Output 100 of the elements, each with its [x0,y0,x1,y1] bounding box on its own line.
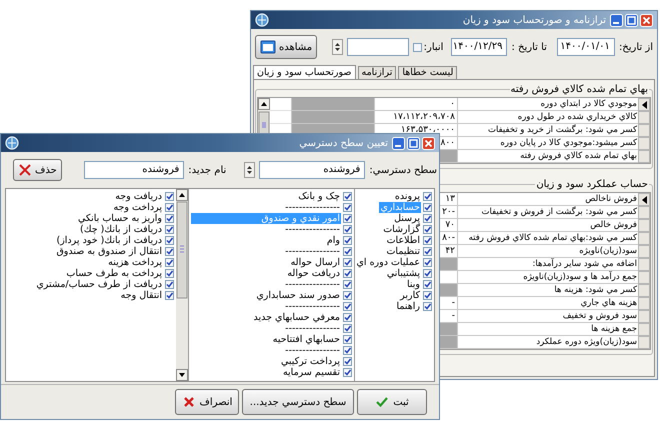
warehouse-field[interactable] [346,38,409,56]
checkbox[interactable] [423,258,432,267]
checkbox[interactable] [423,247,432,256]
list-item[interactable]: پرداخت وجه [112,202,163,213]
list-item[interactable]: معرفي حسابهاي جديد [191,312,341,323]
list-item[interactable]: ---------------- [191,301,341,312]
checkbox[interactable] [343,302,352,311]
tab[interactable]: ترازنامه [358,66,396,79]
checkbox[interactable] [423,203,432,212]
checkbox[interactable] [165,291,174,300]
checkmark-icon [375,395,390,409]
list-item[interactable]: ---------------- [191,202,341,213]
list-item[interactable]: پشتيباني [386,268,421,279]
list-item[interactable]: واريز به حساب بانكي [76,213,163,224]
list-item[interactable]: ---------------- [191,345,341,356]
checkbox[interactable] [423,302,432,311]
checkbox[interactable] [343,335,352,344]
checkbox[interactable] [343,203,352,212]
checkbox[interactable] [343,357,352,366]
checkbox[interactable] [423,214,432,223]
list-item[interactable]: عمليات دوره اي [355,257,421,268]
list-item[interactable]: ارسال حواله [191,257,341,268]
checkbox[interactable] [165,269,174,278]
dialog-button[interactable]: انصراف [175,389,239,415]
list-item[interactable]: دريافت از بانك( خود پرداز) [56,235,163,246]
list-item[interactable]: تقسيم سرمايه [191,367,341,378]
checkbox[interactable] [343,247,352,256]
checkbox[interactable] [423,236,432,245]
list-item[interactable]: تنظيمات [385,246,421,257]
list-item[interactable]: گزارشات [382,224,421,235]
checkbox[interactable] [165,192,174,201]
checkbox[interactable] [423,280,432,289]
dialog-button[interactable]: ثبت [357,389,427,415]
checkbox[interactable] [343,313,352,322]
row-selector[interactable] [638,98,650,111]
list-item[interactable]: دريافت حواله [191,268,341,279]
dialog-button[interactable]: سطح دسترسي جديد... [242,389,354,415]
list-item[interactable]: راهنما [396,301,421,312]
minimize-button[interactable] [610,14,623,26]
list-item[interactable]: ---------------- [191,323,341,334]
checkbox[interactable] [423,225,432,234]
list-item[interactable]: وبنا [406,279,421,290]
date-field[interactable]: ۱۴۰۰/۱۲/۲۹ [451,38,508,56]
tab[interactable]: صورتحساب سود و زيان [253,65,356,79]
tab[interactable]: ليست خطاها [398,66,458,79]
checkbox[interactable] [343,192,352,201]
spin-button[interactable] [332,39,343,55]
list-item[interactable]: حسابهاي افتتاحيه [191,334,341,345]
maximize-button[interactable] [625,14,638,26]
scrollbar[interactable] [176,189,188,381]
list-item[interactable]: صدور سند حسابداري [191,290,341,301]
maximize-button[interactable] [407,136,420,150]
list-item[interactable]: چک و بانک [191,191,341,202]
checkbox[interactable] [343,280,352,289]
close-button[interactable] [422,136,435,150]
list-item[interactable]: پرداخت تركيبي [191,356,341,367]
list-item[interactable]: دريافت از طرف حساب/مشتري [35,279,163,290]
checkbox[interactable] [343,324,352,333]
close-button[interactable] [640,14,653,26]
checkbox[interactable] [343,236,352,245]
checkbox[interactable] [343,368,352,377]
table-cell: سود(زيان)ناويژه [457,245,638,258]
checkbox[interactable] [343,269,352,278]
date-field[interactable]: ۱۴۰۰/۰۱/۰۱ [556,38,615,56]
checkbox[interactable] [343,258,352,267]
list-item[interactable]: پرونده [394,191,421,202]
checkbox[interactable] [343,214,352,223]
minimize-button[interactable] [392,136,405,150]
list-item[interactable]: ---------------- [191,246,341,257]
checkbox[interactable] [165,203,174,212]
checkbox[interactable] [423,192,432,201]
row-selector[interactable] [638,193,650,206]
list-item[interactable]: اطلاعات [386,235,421,246]
list-item[interactable]: پرداخت هزينه [107,257,163,268]
list-item[interactable]: وام [191,235,341,246]
view-button[interactable]: مشاهده [255,35,318,59]
delete-button[interactable]: حذف [13,159,62,181]
list-item[interactable]: انتقال وجه [120,290,163,301]
checkbox[interactable] [343,225,352,234]
list-item[interactable]: ---------------- [191,279,341,290]
checkbox[interactable] [412,42,422,52]
checkbox[interactable] [343,291,352,300]
checkbox[interactable] [165,225,174,234]
list-item[interactable]: ---------------- [191,224,341,235]
list-item[interactable]: دريافت وجه [114,191,163,202]
name-field[interactable]: فروشنده [84,161,184,179]
list-item[interactable]: دريافت از بانك( چك) [79,224,163,235]
checkbox[interactable] [343,346,352,355]
list-item[interactable]: پرداخت به طرف حساب [65,268,163,279]
checkbox[interactable] [423,291,432,300]
checkbox[interactable] [165,258,174,267]
checkbox[interactable] [423,269,432,278]
checkbox[interactable] [165,280,174,289]
table-cell: كسر مي شود: برگشت از فروش و تخفيفات [457,206,638,219]
checkbox[interactable] [165,236,174,245]
spin-button[interactable] [244,162,256,178]
access-level-field[interactable]: فروشنده [259,161,366,179]
list-item[interactable]: انتقال از صندوق به صندوق [55,246,163,257]
checkbox[interactable] [165,247,174,256]
checkbox[interactable] [165,214,174,223]
